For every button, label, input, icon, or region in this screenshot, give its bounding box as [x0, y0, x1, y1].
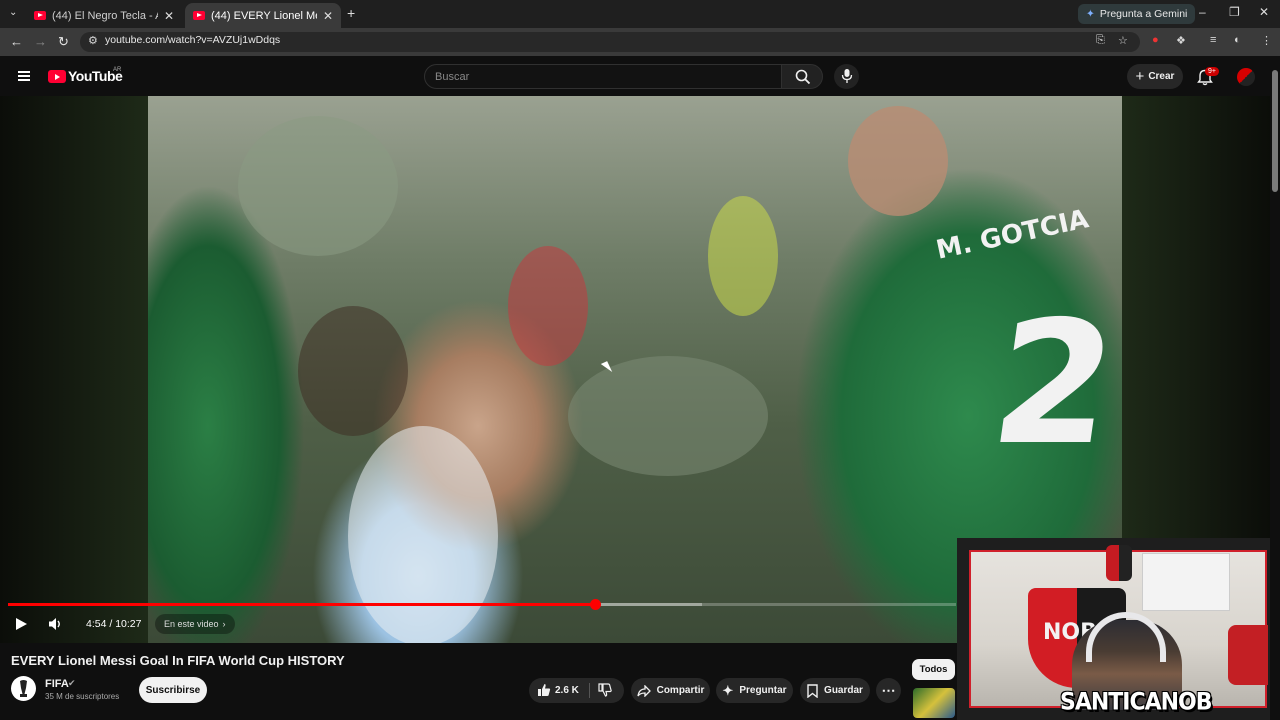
chapter-label: En este video [164, 619, 219, 629]
profile-icon[interactable]: ◐ [1234, 34, 1241, 46]
more-horizontal-icon: ⋯ [881, 682, 896, 698]
url-text[interactable]: youtube.com/watch?v=AVZUj1wDdqs [105, 34, 280, 46]
tab-label: (44) El Negro Tecla - Ahí Ahí (Ly [52, 9, 158, 22]
player-figurine [1106, 545, 1132, 581]
create-button[interactable]: + Crear [1127, 64, 1183, 89]
restore-icon[interactable]: ❐ [1229, 5, 1240, 19]
subscriber-count: 35 M de suscriptores [45, 692, 120, 701]
save-bookmark-icon [807, 683, 818, 698]
like-button[interactable] [537, 683, 551, 700]
video-title: EVERY Lionel Messi Goal In FIFA World Cu… [11, 653, 345, 668]
dislike-button[interactable] [598, 683, 612, 700]
extension-red-icon[interactable]: ● [1152, 34, 1159, 46]
play-icon[interactable] [16, 618, 27, 630]
save-label: Guardar [824, 685, 863, 696]
bookmark-star-icon[interactable]: ☆ [1118, 34, 1128, 47]
crowd-red-fan [508, 246, 588, 366]
page-scrollbar-thumb[interactable] [1272, 70, 1278, 192]
thumbs-up-icon [538, 684, 551, 696]
player-head [848, 106, 948, 216]
new-tab-plus-icon[interactable]: + [347, 5, 355, 21]
youtube-favicon-icon [193, 11, 205, 20]
played-bar [8, 603, 595, 606]
argentina-jersey [348, 426, 498, 643]
search-input[interactable] [424, 64, 782, 89]
time-display: 4:54 / 10:27 [86, 618, 142, 630]
save-button[interactable]: Guardar [800, 678, 870, 703]
share-label: Compartir [656, 685, 705, 696]
subscribe-button[interactable]: Suscribirse [139, 677, 207, 703]
related-video-thumbnail[interactable] [913, 688, 955, 718]
voice-search-button[interactable] [834, 64, 859, 89]
search-button[interactable] [781, 64, 823, 89]
thumbs-down-icon [598, 683, 612, 697]
youtube-favicon-icon [34, 11, 46, 20]
browser-tab-bar: ⌄ (44) El Negro Tecla - Ahí Ahí (Ly ✕ (4… [0, 0, 1280, 28]
close-tab-icon[interactable]: ✕ [164, 9, 174, 23]
forward-arrow-icon[interactable]: → [34, 34, 47, 49]
site-info-icon[interactable]: ⚙ [88, 34, 98, 47]
tab-list-chevron-icon[interactable]: ⌄ [9, 7, 17, 18]
gemini-sparkle-icon: ✦ [1086, 8, 1095, 20]
create-label: Crear [1148, 71, 1175, 82]
reload-icon[interactable]: ↻ [58, 34, 69, 50]
youtube-logo-icon[interactable] [48, 70, 66, 83]
crowd-area [568, 356, 768, 476]
tab-el-negro-tecla[interactable]: (44) El Negro Tecla - Ahí Ahí (Ly ✕ [26, 3, 182, 28]
like-count: 2.6 K [555, 685, 579, 696]
browser-menu-icon[interactable]: ⋮ [1261, 34, 1272, 47]
gemini-label: Pregunta a Gemini [1099, 8, 1188, 20]
sparkle-icon: ✦ [722, 682, 734, 698]
steward-vest [708, 196, 778, 316]
ask-button[interactable]: ✦ Preguntar [716, 678, 793, 703]
streamer-name-overlay: SANTICANOB [1060, 688, 1213, 717]
gemini-button[interactable]: ✦ Pregunta a Gemini [1078, 4, 1196, 24]
tab-label: (44) EVERY Lionel Messi Goal In [211, 9, 317, 22]
volume-icon[interactable] [48, 616, 62, 632]
notifications-badge: 9+ [1205, 67, 1219, 76]
messi-hair [298, 306, 408, 436]
like-divider [589, 683, 590, 698]
install-app-icon[interactable]: ⎘ [1096, 34, 1105, 47]
share-arrow-icon [636, 684, 651, 697]
fifa-trophy-icon [20, 680, 27, 697]
like-dislike-group: 2.6 K [529, 678, 624, 703]
back-arrow-icon[interactable]: ← [10, 34, 23, 49]
more-actions-button[interactable]: ⋯ [876, 678, 901, 703]
microphone-icon [841, 69, 853, 83]
country-code: AR [113, 67, 122, 73]
ask-label: Preguntar [739, 685, 787, 696]
wall-poster [1142, 553, 1230, 611]
verified-check-icon: ✔ [68, 678, 76, 688]
close-tab-icon[interactable]: ✕ [323, 9, 333, 23]
hamburger-menu-icon[interactable] [18, 71, 30, 81]
chevron-right-icon: › [222, 619, 226, 629]
tab-search-icon[interactable]: ≡ [1210, 34, 1216, 46]
share-button[interactable]: Compartir [631, 678, 710, 703]
close-window-icon[interactable]: ✕ [1259, 5, 1269, 19]
player-letterbox-left [0, 96, 148, 643]
crowd-area [238, 116, 398, 256]
filter-chip-all[interactable]: Todos [912, 659, 955, 680]
tab-messi-goals[interactable]: (44) EVERY Lionel Messi Goal In ✕ [185, 3, 341, 28]
account-avatar[interactable] [1237, 68, 1255, 86]
channel-avatar[interactable] [11, 676, 36, 701]
plus-icon: + [1135, 68, 1145, 85]
chapters-button[interactable]: En este video › [155, 614, 235, 634]
extensions-puzzle-icon[interactable]: ❖ [1176, 34, 1186, 47]
hanging-red-jersey [1228, 625, 1268, 685]
scrubber-handle[interactable] [590, 599, 601, 610]
channel-name[interactable]: FIFA [45, 678, 69, 690]
minimize-icon[interactable]: – [1199, 5, 1206, 19]
search-icon [795, 69, 811, 85]
